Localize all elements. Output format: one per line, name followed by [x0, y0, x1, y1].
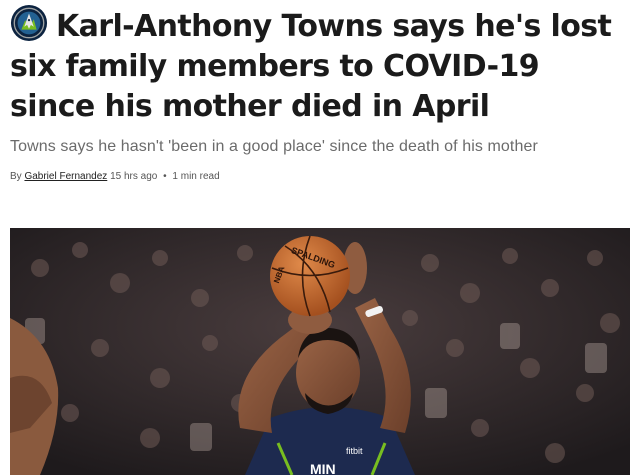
- hero-photo[interactable]: fitbit MIN SPALDING NBA: [10, 228, 630, 475]
- hero-photo-illustration: fitbit MIN SPALDING NBA: [10, 228, 630, 475]
- article-subtitle: Towns says he hasn't 'been in a good pla…: [10, 138, 538, 155]
- jersey-sponsor: fitbit: [346, 446, 363, 456]
- read-time: 1 min read: [172, 171, 220, 182]
- jersey-text: MIN: [310, 461, 336, 475]
- publish-time: 15 hrs ago: [110, 171, 158, 182]
- byline: By Gabriel Fernandez 15 hrs ago • 1 min …: [10, 170, 220, 184]
- article: Karl-Anthony Towns says he's lost six fa…: [0, 0, 640, 475]
- author-link[interactable]: Gabriel Fernandez: [24, 171, 107, 182]
- timberwolves-logo-icon[interactable]: [10, 4, 48, 42]
- article-headline: Karl-Anthony Towns says he's lost six fa…: [10, 4, 632, 127]
- byline-separator: •: [163, 171, 167, 182]
- byline-prefix: By: [10, 171, 22, 182]
- headline-text: Karl-Anthony Towns says he's lost six fa…: [10, 9, 612, 124]
